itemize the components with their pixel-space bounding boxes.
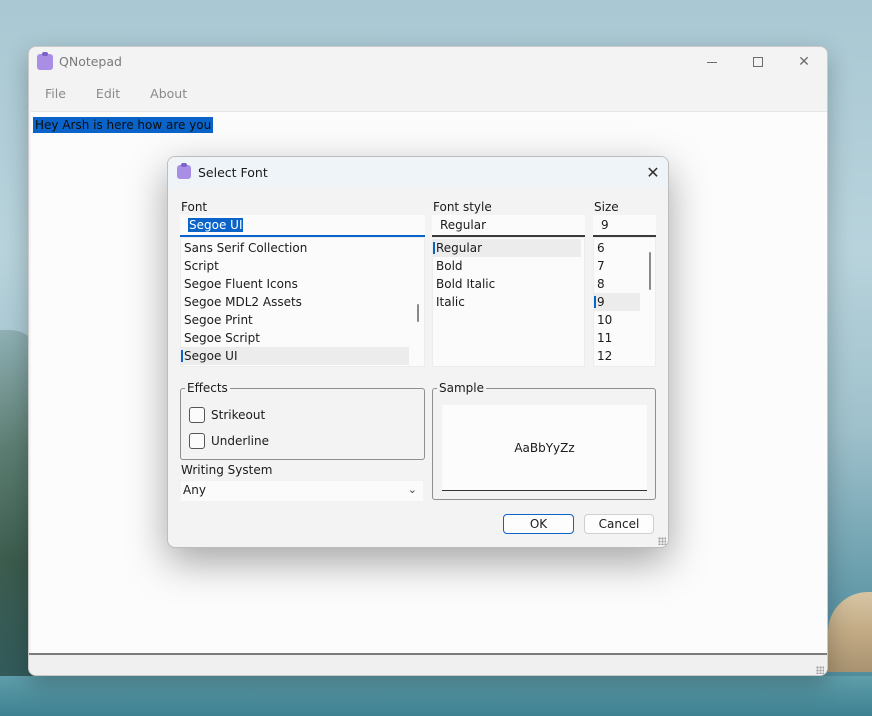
strikeout-checkbox-row[interactable]: Strikeout xyxy=(189,407,265,423)
list-item[interactable]: Bold Italic xyxy=(433,275,584,293)
status-bar xyxy=(29,653,827,675)
menu-edit[interactable]: Edit xyxy=(96,86,120,101)
sample-preview: AaBbYyZz xyxy=(442,405,647,491)
strikeout-label: Strikeout xyxy=(211,408,266,422)
window-title: QNotepad xyxy=(59,54,122,69)
list-item-selected[interactable]: Regular xyxy=(433,239,581,257)
list-item-selected[interactable]: Segoe UI xyxy=(181,347,409,365)
list-item[interactable]: 6 xyxy=(594,239,655,257)
font-list-scrollbar[interactable] xyxy=(417,304,419,322)
minimize-icon xyxy=(707,61,717,63)
menu-file[interactable]: File xyxy=(45,86,66,101)
close-icon: ✕ xyxy=(798,54,810,70)
dialog-resize-grip-icon[interactable] xyxy=(658,537,666,545)
size-input-value: 9 xyxy=(601,218,609,232)
ok-button[interactable]: OK xyxy=(503,514,574,534)
list-item[interactable]: 12 xyxy=(594,347,655,365)
minimize-button[interactable] xyxy=(689,47,735,77)
close-icon: ✕ xyxy=(646,162,660,182)
maximize-button[interactable] xyxy=(735,47,781,77)
sample-label: Sample xyxy=(437,381,486,395)
list-item[interactable]: Segoe Fluent Icons xyxy=(181,275,424,293)
font-input-value: Segoe UI xyxy=(188,218,244,232)
dialog-title: Select Font xyxy=(198,165,268,180)
clipboard-icon xyxy=(177,163,191,179)
list-item[interactable]: Script xyxy=(181,257,424,275)
cancel-button[interactable]: Cancel xyxy=(584,514,654,534)
sample-group: Sample AaBbYyZz xyxy=(432,381,656,500)
menu-about[interactable]: About xyxy=(150,86,187,101)
writing-system-value: Any xyxy=(183,483,206,497)
writing-system-dropdown[interactable]: Any ⌄ xyxy=(181,481,423,501)
selected-editor-text[interactable]: Hey Arsh is here how are you xyxy=(33,117,214,133)
list-item[interactable]: Sans Serif Collection xyxy=(181,239,424,257)
sample-text: AaBbYyZz xyxy=(514,440,575,455)
list-item[interactable]: Italic xyxy=(433,293,584,311)
desktop-wallpaper-grass xyxy=(828,592,872,672)
font-style-input-value: Regular xyxy=(440,218,487,232)
list-item[interactable]: 10 xyxy=(594,311,655,329)
dialog-close-button[interactable]: ✕ xyxy=(638,157,668,187)
list-item[interactable]: Segoe Script xyxy=(181,329,424,347)
size-input[interactable]: 9 xyxy=(593,215,656,237)
font-style-input[interactable]: Regular xyxy=(432,215,585,237)
list-item[interactable]: 11 xyxy=(594,329,655,347)
underline-label: Underline xyxy=(211,434,269,448)
list-item[interactable]: Segoe Print xyxy=(181,311,424,329)
font-list[interactable]: Sans Serif Collection Script Segoe Fluen… xyxy=(180,237,425,367)
writing-system-label: Writing System xyxy=(181,463,273,477)
underline-checkbox-row[interactable]: Underline xyxy=(189,433,269,449)
select-font-dialog: Select Font ✕ Font Segoe UI Sans Serif C… xyxy=(167,156,669,548)
list-item[interactable]: Bold xyxy=(433,257,584,275)
size-list-scrollbar[interactable] xyxy=(649,252,651,290)
clipboard-icon xyxy=(37,52,53,70)
size-list[interactable]: 6 7 8 9 10 11 12 xyxy=(593,237,656,367)
close-button[interactable]: ✕ xyxy=(781,47,827,77)
maximize-icon xyxy=(753,57,763,67)
strikeout-checkbox[interactable] xyxy=(189,407,205,423)
font-label: Font xyxy=(181,200,208,214)
chevron-down-icon: ⌄ xyxy=(407,483,417,496)
desktop-wallpaper-water xyxy=(0,676,872,716)
window-titlebar[interactable]: QNotepad ✕ xyxy=(29,47,827,77)
effects-group: Effects Strikeout Underline xyxy=(180,381,425,460)
list-item-selected[interactable]: 9 xyxy=(594,293,640,311)
effects-label: Effects xyxy=(185,381,230,395)
size-label: Size xyxy=(594,200,619,214)
menu-bar: File Edit About xyxy=(29,77,827,110)
list-item[interactable]: 8 xyxy=(594,275,655,293)
font-style-label: Font style xyxy=(433,200,492,214)
list-item[interactable]: 7 xyxy=(594,257,655,275)
underline-checkbox[interactable] xyxy=(189,433,205,449)
dialog-titlebar[interactable]: Select Font ✕ xyxy=(168,157,668,187)
resize-grip-icon[interactable] xyxy=(816,666,824,674)
font-input[interactable]: Segoe UI xyxy=(180,215,425,237)
font-style-list[interactable]: Regular Bold Bold Italic Italic xyxy=(432,237,585,367)
list-item[interactable]: Segoe MDL2 Assets xyxy=(181,293,424,311)
